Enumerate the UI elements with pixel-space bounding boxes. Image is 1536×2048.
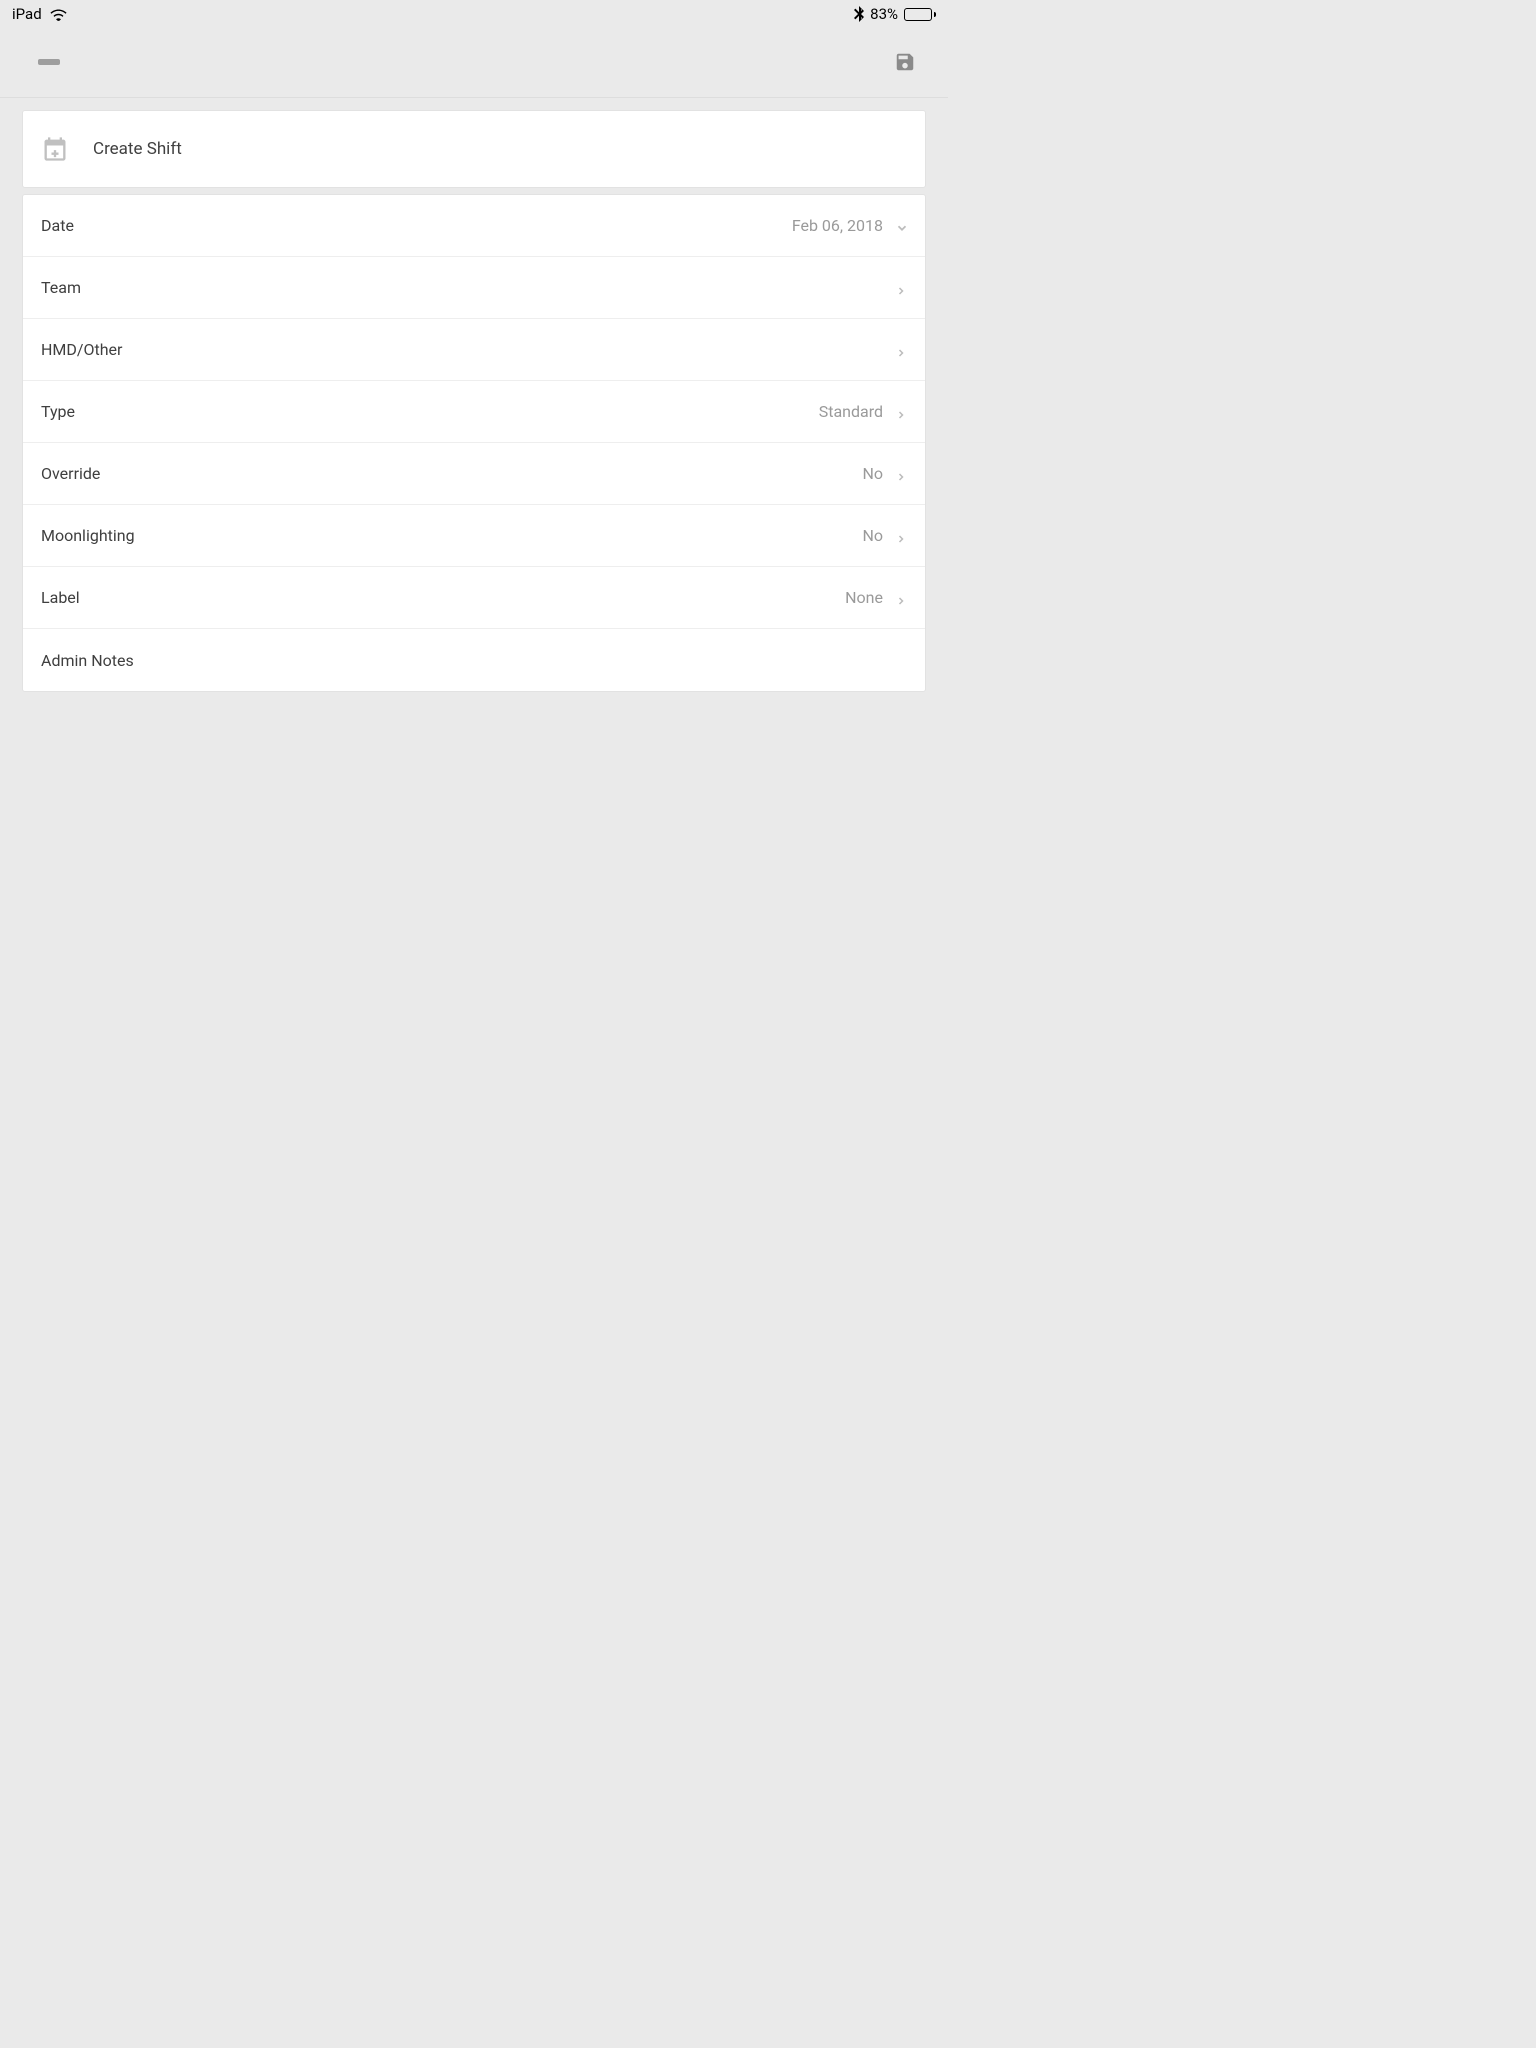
- toolbar: [0, 26, 948, 98]
- page-title: Create Shift: [93, 139, 182, 159]
- row-moonlighting-label: Moonlighting: [41, 526, 135, 545]
- row-override[interactable]: Override No: [23, 443, 925, 505]
- row-team-label: Team: [41, 278, 81, 297]
- row-type[interactable]: Type Standard: [23, 381, 925, 443]
- collapse-button[interactable]: [38, 59, 60, 65]
- row-admin-notes[interactable]: Admin Notes: [23, 629, 925, 691]
- row-override-value: No: [862, 464, 883, 483]
- title-card: Create Shift: [22, 110, 926, 188]
- chevron-right-icon: [895, 344, 907, 356]
- status-bar: iPad 83%: [0, 0, 948, 26]
- row-date-label: Date: [41, 216, 74, 235]
- chevron-right-icon: [895, 530, 907, 542]
- chevron-right-icon: [895, 282, 907, 294]
- row-hmd-label: HMD/Other: [41, 340, 122, 359]
- row-date-value: Feb 06, 2018: [792, 216, 883, 235]
- bluetooth-icon: [854, 6, 864, 22]
- calendar-add-icon: [41, 135, 69, 163]
- battery-percent: 83%: [870, 5, 898, 23]
- form-card: Date Feb 06, 2018 Team HMD/Other: [22, 194, 926, 692]
- wifi-icon: [50, 8, 67, 21]
- row-team[interactable]: Team: [23, 257, 925, 319]
- chevron-right-icon: [895, 468, 907, 480]
- save-button[interactable]: [894, 51, 916, 73]
- battery-icon: [904, 8, 936, 21]
- row-date[interactable]: Date Feb 06, 2018: [23, 195, 925, 257]
- row-type-value: Standard: [819, 402, 883, 421]
- row-type-label: Type: [41, 402, 75, 421]
- row-hmd[interactable]: HMD/Other: [23, 319, 925, 381]
- status-right: 83%: [854, 5, 936, 23]
- device-label: iPad: [12, 5, 42, 23]
- row-label-label: Label: [41, 588, 80, 607]
- row-label[interactable]: Label None: [23, 567, 925, 629]
- chevron-right-icon: [895, 592, 907, 604]
- row-moonlighting[interactable]: Moonlighting No: [23, 505, 925, 567]
- status-left: iPad: [12, 5, 67, 23]
- chevron-right-icon: [895, 406, 907, 418]
- row-admin-notes-label: Admin Notes: [41, 651, 134, 670]
- row-label-value: None: [845, 588, 883, 607]
- chevron-down-icon: [895, 220, 907, 232]
- row-override-label: Override: [41, 464, 100, 483]
- toolbar-left: [38, 59, 60, 65]
- row-moonlighting-value: No: [862, 526, 883, 545]
- content: Create Shift Date Feb 06, 2018 Team HMD/…: [0, 98, 948, 704]
